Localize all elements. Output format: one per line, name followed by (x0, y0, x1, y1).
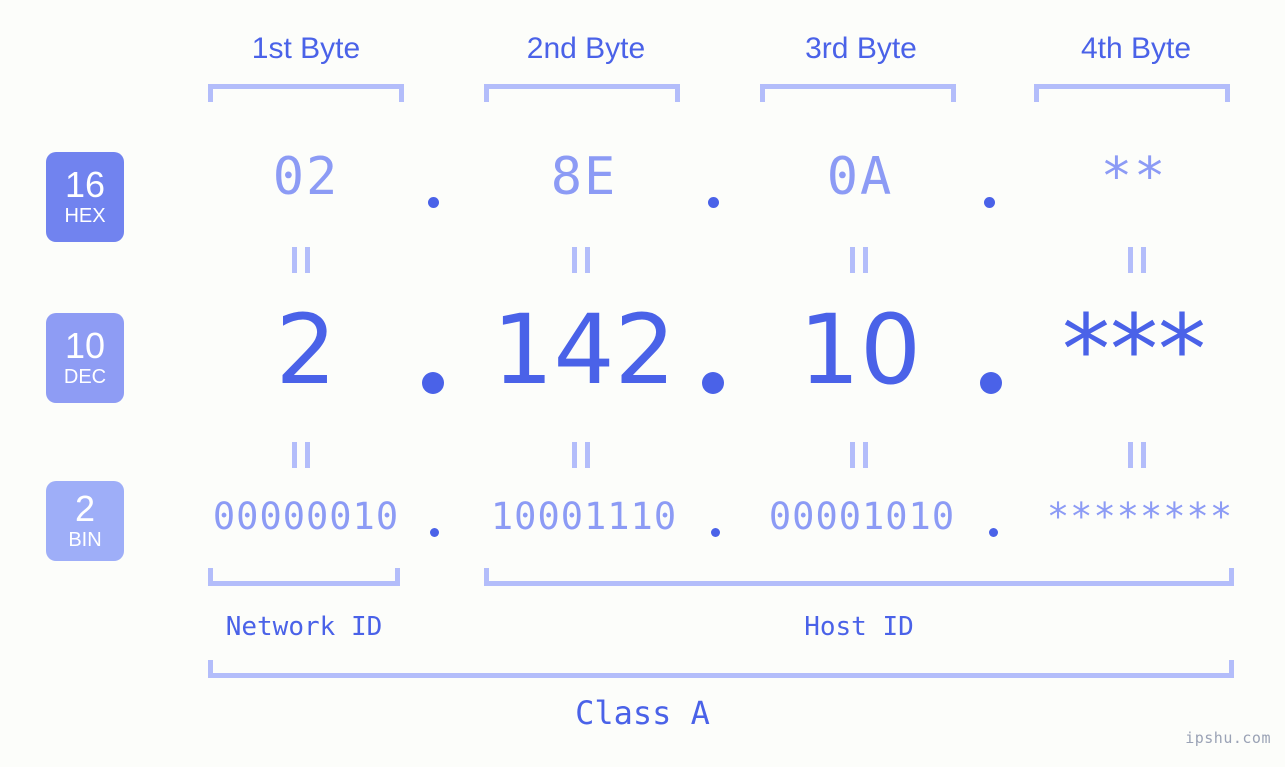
dec-dot-separator-3 (980, 372, 1002, 394)
byte-bracket-3 (760, 84, 956, 102)
base-badge-hex-name: HEX (64, 204, 106, 227)
byte-header-1: 1st Byte (251, 32, 361, 65)
hex-dot-separator-3 (984, 197, 995, 208)
hex-dot-separator-2 (708, 197, 719, 208)
ip-address-breakdown-diagram: 1st Byte 2nd Byte 3rd Byte 4th Byte 16 H… (0, 0, 1285, 767)
dec-dot-separator-2 (702, 372, 724, 394)
base-badge-bin-number: 2 (74, 488, 96, 530)
base-badge-bin: 2 BIN (46, 481, 124, 561)
hex-byte-2: 8E (550, 147, 618, 207)
equals-symbol-2-hex-dec (572, 247, 590, 273)
bin-byte-1: 00000010 (212, 495, 400, 538)
equals-symbol-1-dec-bin (292, 442, 310, 468)
equals-symbol-3-hex-dec (850, 247, 868, 273)
dec-byte-3: 10 (798, 294, 922, 406)
equals-symbol-4-hex-dec (1128, 247, 1146, 273)
network-id-label: Network ID (225, 612, 383, 642)
class-bracket (208, 660, 1234, 678)
dec-dot-separator-1 (422, 372, 444, 394)
bin-dot-separator-1 (430, 528, 439, 537)
base-badge-hex: 16 HEX (46, 152, 124, 242)
network-id-bracket (208, 568, 400, 586)
byte-bracket-2 (484, 84, 680, 102)
base-badge-hex-number: 16 (64, 164, 106, 206)
byte-header-4: 4th Byte (1080, 32, 1192, 65)
hex-dot-separator-1 (428, 197, 439, 208)
bin-dot-separator-2 (711, 528, 720, 537)
bin-byte-4: ******** (1046, 495, 1234, 538)
bin-dot-separator-3 (989, 528, 998, 537)
class-label: Class A (575, 694, 710, 732)
bin-byte-2: 10001110 (490, 495, 678, 538)
bin-byte-3: 00001010 (768, 495, 956, 538)
equals-symbol-4-dec-bin (1128, 442, 1146, 468)
watermark: ipshu.com (1185, 729, 1271, 747)
byte-header-3: 3rd Byte (805, 32, 917, 65)
hex-byte-3: 0A (826, 147, 894, 207)
equals-symbol-2-dec-bin (572, 442, 590, 468)
byte-bracket-1 (208, 84, 404, 102)
byte-header-2: 2nd Byte (526, 32, 646, 65)
hex-byte-4: ** (1100, 147, 1168, 207)
dec-byte-1: 2 (275, 294, 337, 406)
base-badge-dec-number: 10 (64, 325, 106, 367)
base-badge-dec-name: DEC (63, 365, 107, 388)
byte-bracket-4 (1034, 84, 1230, 102)
base-badge-bin-name: BIN (68, 528, 102, 551)
host-id-label: Host ID (804, 612, 914, 642)
equals-symbol-3-dec-bin (850, 442, 868, 468)
dec-byte-4: *** (1062, 294, 1206, 406)
equals-symbol-1-hex-dec (292, 247, 310, 273)
host-id-bracket (484, 568, 1234, 586)
base-badge-dec: 10 DEC (46, 313, 124, 403)
dec-byte-2: 142 (492, 294, 676, 406)
hex-byte-1: 02 (272, 147, 340, 207)
